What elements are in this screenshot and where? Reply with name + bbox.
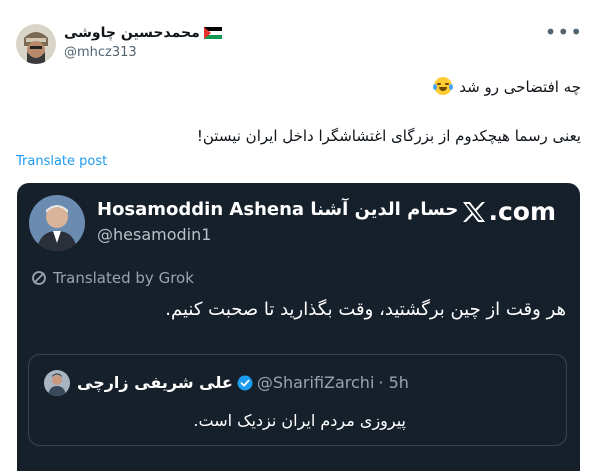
embed-avatar[interactable] xyxy=(29,195,85,251)
grok-icon xyxy=(32,271,46,285)
quote-text: پیروزی مردم ایران نزدیک است. xyxy=(193,411,406,430)
post-text-line1: چه افتضاحی رو شد xyxy=(433,76,581,98)
post-text-line2: یعنی رسما هیچکدوم از بزرگای اغتشاشگرا دا… xyxy=(196,127,581,145)
quote-time: · 5h xyxy=(378,373,409,392)
x-com-logo: .com xyxy=(462,197,556,226)
translated-by-label: Translated by Grok xyxy=(53,269,194,287)
x-logo-icon xyxy=(463,201,486,222)
author-name[interactable]: محمدحسین چاوشی xyxy=(64,24,200,42)
post-text-line1-content: چه افتضاحی رو شد xyxy=(459,78,581,96)
translated-by-grok: Translated by Grok xyxy=(31,269,194,287)
quote-author-name[interactable]: علی شریفی زارچی xyxy=(77,373,233,392)
avatar[interactable] xyxy=(16,24,56,64)
embed-post-text: هر وقت از چین برگشتید، وقت بگذارید تا صح… xyxy=(165,299,566,320)
quote-avatar-image xyxy=(44,370,70,396)
quote-avatar[interactable] xyxy=(44,370,70,396)
avatar-image xyxy=(16,24,56,64)
tears-of-joy-emoji-icon xyxy=(433,77,454,95)
quote-header: علی شریفی زارچی @SharifiZarchi · 5h xyxy=(77,373,409,392)
quote-author-handle[interactable]: @SharifiZarchi xyxy=(257,373,375,392)
author-name-row[interactable]: محمدحسین چاوشی xyxy=(64,24,222,42)
x-com-domain: .com xyxy=(488,197,556,226)
author-handle[interactable]: @mhcz313 xyxy=(64,45,137,61)
embedded-post-card[interactable]: Hosamoddin Ashena حسام الدین آشنا @hesam… xyxy=(17,183,580,471)
quoted-post[interactable]: علی شریفی زارچی @SharifiZarchi · 5h پیرو… xyxy=(28,354,567,446)
embed-author-handle[interactable]: @hesamodin1 xyxy=(97,225,211,244)
embed-author-name[interactable]: Hosamoddin Ashena حسام الدین آشنا xyxy=(97,199,458,220)
palestine-flag-icon xyxy=(203,27,222,39)
more-options-icon[interactable]: ••• xyxy=(545,20,583,44)
translate-post-link[interactable]: Translate post xyxy=(16,154,107,169)
embed-avatar-image xyxy=(29,195,85,251)
verified-badge-icon xyxy=(237,375,253,390)
